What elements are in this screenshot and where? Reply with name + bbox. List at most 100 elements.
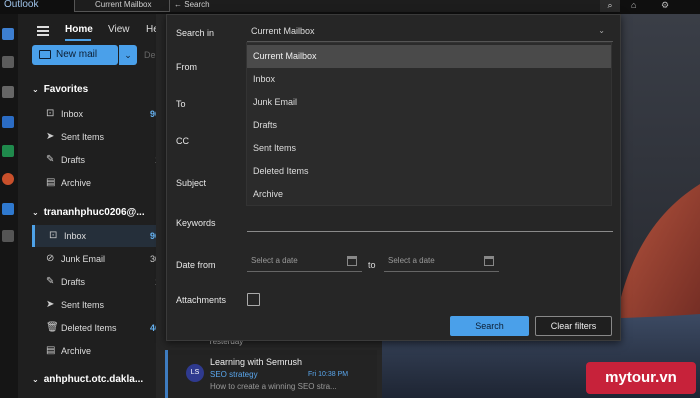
- clear-filters-button[interactable]: Clear filters: [535, 316, 612, 336]
- notification-icon[interactable]: ⌂: [631, 0, 636, 10]
- chevron-down-icon: ⌄: [598, 26, 605, 35]
- date-placeholder: Select a date: [251, 256, 298, 265]
- dropdown-option-drafts[interactable]: Drafts: [247, 114, 611, 137]
- mailbox-scope-select[interactable]: Current Mailbox: [74, 0, 170, 12]
- attachments-checkbox[interactable]: [247, 293, 260, 306]
- date-placeholder: Select a date: [388, 256, 435, 265]
- pencil-icon: ✎: [46, 276, 55, 287]
- top-bar: Outlook Current Mailbox ← Search ⌕ ⌂ ⚙: [0, 0, 700, 14]
- advanced-search-panel: Search in Current Mailbox ⌄ From To CC S…: [166, 14, 621, 341]
- dropdown-option-deleted-items[interactable]: Deleted Items: [247, 160, 611, 183]
- date-from-label: Date from: [176, 260, 216, 270]
- dropdown-option-inbox[interactable]: Inbox: [247, 68, 611, 91]
- folder-label: Sent Items: [61, 132, 105, 142]
- onedrive-app-icon[interactable]: [2, 203, 14, 215]
- folder-pane: Home View Help New mail ⌄ Delete ⌄Favori…: [18, 14, 170, 398]
- gear-icon[interactable]: ⚙: [661, 0, 669, 11]
- people-app-icon[interactable]: [2, 86, 14, 98]
- date-to-separator: to: [368, 260, 376, 270]
- account-label: anhphuct.otc.dakla...: [43, 374, 144, 385]
- date-to-picker[interactable]: Select a date: [384, 251, 499, 272]
- search-in-select[interactable]: Current Mailbox ⌄: [247, 20, 613, 42]
- favorite-item-drafts[interactable]: ✎ Drafts 1: [32, 149, 168, 171]
- folder-sent-items[interactable]: ➤ Sent Items: [32, 294, 168, 316]
- message-item[interactable]: LS Learning with Semrush SEO strategy Fr…: [165, 350, 377, 398]
- message-subject: SEO strategy: [210, 370, 258, 379]
- new-mail-dropdown-button[interactable]: ⌄: [119, 45, 137, 65]
- folder-label: Drafts: [61, 155, 86, 165]
- junk-icon: ⊘: [46, 253, 55, 264]
- account-label: trananhphuc0206@...: [43, 207, 145, 218]
- cc-label: CC: [176, 136, 189, 146]
- archive-icon: ▤: [46, 345, 56, 356]
- mail-icon: [39, 50, 51, 59]
- watermark-logo: mytour.vn: [586, 362, 696, 394]
- pencil-icon: ✎: [46, 154, 55, 165]
- favorite-item-inbox[interactable]: ⊡ Inbox 96: [32, 103, 168, 125]
- search-icon[interactable]: ⌕: [600, 0, 620, 12]
- dropdown-option-current-mailbox[interactable]: Current Mailbox: [247, 45, 611, 68]
- send-icon: ➤: [46, 299, 55, 310]
- account-header-2[interactable]: ⌄ anhphuct.otc.dakla...: [32, 374, 143, 385]
- inbox-icon: ⊡: [46, 108, 55, 119]
- search-box-text: Search: [184, 0, 210, 9]
- folder-label: Archive: [61, 346, 92, 356]
- chevron-down-icon: ⌄: [32, 85, 39, 94]
- app-rail: [0, 14, 18, 398]
- folder-drafts[interactable]: ✎ Drafts 1: [32, 271, 168, 293]
- folder-label: Junk Email: [61, 254, 106, 264]
- folder-archive[interactable]: ▤ Archive: [32, 340, 168, 362]
- calendar-icon: [484, 256, 494, 266]
- attachments-label: Attachments: [176, 295, 227, 305]
- tab-home[interactable]: Home: [65, 24, 93, 35]
- mail-app-icon[interactable]: [2, 28, 14, 40]
- message-date: Fri 10:38 PM: [308, 371, 349, 378]
- send-icon: ➤: [46, 131, 55, 142]
- app-brand: Outlook: [4, 0, 39, 10]
- search-box[interactable]: ← Search: [170, 0, 600, 12]
- search-button[interactable]: Search: [450, 316, 529, 336]
- favorites-header[interactable]: ⌄ Favorites: [32, 84, 88, 95]
- word-app-icon[interactable]: [2, 116, 14, 128]
- folder-label: Inbox: [61, 109, 84, 119]
- favorite-item-archive[interactable]: ▤ Archive: [32, 172, 168, 194]
- to-label: To: [176, 99, 186, 109]
- folder-inbox[interactable]: ⊡ Inbox 96: [32, 225, 168, 247]
- account-header-1[interactable]: ⌄ trananhphuc0206@...: [32, 207, 145, 218]
- tab-view[interactable]: View: [108, 24, 130, 35]
- dropdown-option-sent-items[interactable]: Sent Items: [247, 137, 611, 160]
- active-tab-indicator: [65, 39, 91, 41]
- search-in-dropdown-list: Current Mailbox Inbox Junk Email Drafts …: [246, 42, 612, 206]
- powerpoint-app-icon[interactable]: [2, 173, 14, 185]
- keywords-input[interactable]: [247, 231, 613, 232]
- hamburger-menu-icon[interactable]: [37, 26, 49, 36]
- folder-label: Archive: [61, 178, 92, 188]
- folder-label: Deleted Items: [61, 323, 117, 333]
- folder-label: Drafts: [61, 277, 86, 287]
- message-sender: Learning with Semrush: [210, 357, 303, 367]
- calendar-app-icon[interactable]: [2, 56, 14, 68]
- dropdown-option-archive[interactable]: Archive: [247, 183, 611, 206]
- favorite-item-sent[interactable]: ➤ Sent Items: [32, 126, 168, 148]
- calendar-icon: [347, 256, 357, 266]
- folder-deleted-items[interactable]: 🗑 Deleted Items 46: [32, 317, 168, 339]
- folder-label: Sent Items: [61, 300, 105, 310]
- folder-junk-email[interactable]: ⊘ Junk Email 30: [32, 248, 168, 270]
- archive-icon: ▤: [46, 177, 56, 188]
- inbox-icon: ⊡: [49, 230, 58, 241]
- chevron-down-icon: ⌄: [32, 208, 39, 217]
- avatar: LS: [186, 364, 204, 382]
- keywords-label: Keywords: [176, 218, 216, 228]
- more-apps-icon[interactable]: [2, 230, 14, 242]
- outlook-window: Outlook Current Mailbox ← Search ⌕ ⌂ ⚙ H…: [0, 0, 700, 398]
- subject-label: Subject: [176, 178, 207, 188]
- message-preview: How to create a winning SEO stra...: [210, 382, 337, 391]
- back-arrow-icon[interactable]: ←: [174, 0, 182, 9]
- new-mail-button[interactable]: New mail: [32, 45, 118, 65]
- favorites-label: Favorites: [43, 84, 89, 95]
- chevron-down-icon: ⌄: [32, 375, 39, 384]
- folder-label: Inbox: [64, 231, 87, 241]
- excel-app-icon[interactable]: [2, 145, 14, 157]
- date-from-picker[interactable]: Select a date: [247, 251, 362, 272]
- dropdown-option-junk-email[interactable]: Junk Email: [247, 91, 611, 114]
